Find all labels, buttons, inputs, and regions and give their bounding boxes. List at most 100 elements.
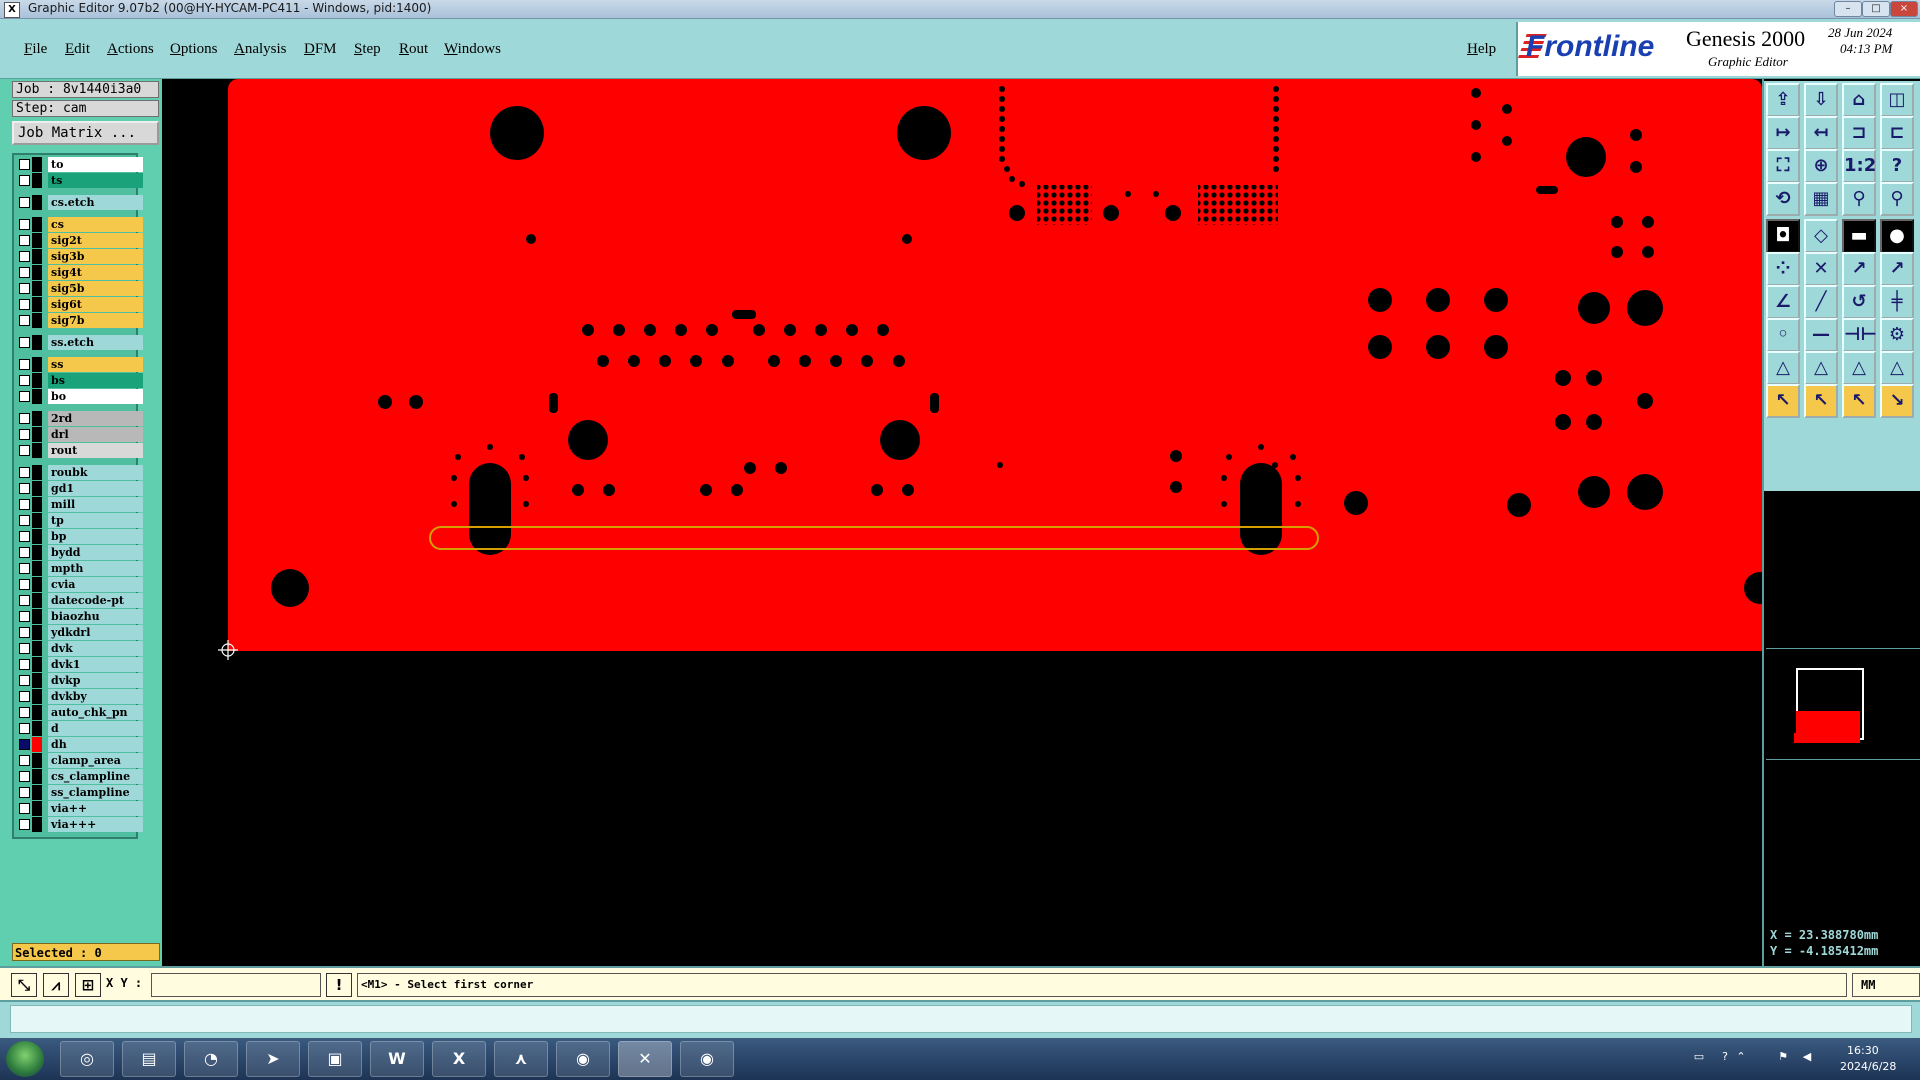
- layer-checkbox[interactable]: [19, 159, 30, 170]
- maximize-button[interactable]: □: [1862, 1, 1890, 17]
- menu-options[interactable]: Options: [170, 41, 218, 58]
- layer-row[interactable]: to: [14, 157, 143, 173]
- zoom-fit-icon[interactable]: ⛶: [1766, 149, 1800, 183]
- layer-name[interactable]: drl: [48, 427, 143, 442]
- layer-checkbox[interactable]: [19, 283, 30, 294]
- layer-row[interactable]: via+++: [14, 817, 143, 833]
- excel-icon[interactable]: X: [432, 1041, 486, 1077]
- menu-step[interactable]: Step: [354, 41, 381, 58]
- split-line-icon[interactable]: ╪: [1880, 285, 1914, 319]
- menu-actions[interactable]: Actions: [107, 41, 154, 58]
- dot-icon[interactable]: ●: [1880, 219, 1914, 253]
- layer-checkbox[interactable]: [19, 175, 30, 186]
- notepad-icon[interactable]: ▤: [122, 1041, 176, 1077]
- layer-name[interactable]: dvkp: [48, 673, 143, 688]
- layer-name[interactable]: sig6t: [48, 297, 143, 312]
- snap-button[interactable]: ⤡: [11, 973, 37, 997]
- layer-name[interactable]: dvk: [48, 641, 143, 656]
- layer-checkbox[interactable]: [19, 337, 30, 348]
- layer-row[interactable]: drl: [14, 427, 143, 443]
- layer-row[interactable]: via++: [14, 801, 143, 817]
- layer-row[interactable]: dh: [14, 737, 143, 753]
- help-icon[interactable]: ?: [1880, 149, 1914, 183]
- select-move-icon[interactable]: ↘: [1880, 384, 1914, 418]
- pad-icon[interactable]: ◘: [1766, 219, 1800, 253]
- net-icon[interactable]: ⁘: [1766, 252, 1800, 286]
- layer-name[interactable]: bp: [48, 529, 143, 544]
- layer-checkbox[interactable]: [19, 359, 30, 370]
- genesis-eye-icon-2[interactable]: ◉: [680, 1041, 734, 1077]
- minimize-button[interactable]: –: [1834, 1, 1862, 17]
- layer-row[interactable]: sig7b: [14, 313, 143, 329]
- layer-name[interactable]: via++: [48, 801, 143, 816]
- layer-row[interactable]: sig4t: [14, 265, 143, 281]
- layer-row[interactable]: mpth: [14, 561, 143, 577]
- tray-help-icon[interactable]: ?: [1718, 1050, 1732, 1064]
- layer-checkbox[interactable]: [19, 375, 30, 386]
- layer-checkbox[interactable]: [19, 707, 30, 718]
- layer-name[interactable]: cs: [48, 217, 143, 232]
- save-disk-icon[interactable]: ▣: [308, 1041, 362, 1077]
- layer-name[interactable]: ts: [48, 173, 143, 188]
- layer-row[interactable]: cs.etch: [14, 195, 143, 211]
- layer-row[interactable]: ss_clampline: [14, 785, 143, 801]
- layer-checkbox[interactable]: [19, 659, 30, 670]
- layer-checkbox[interactable]: [19, 611, 30, 622]
- layer-name[interactable]: ss: [48, 357, 143, 372]
- arc-icon[interactable]: ↺: [1842, 285, 1876, 319]
- layer-name[interactable]: mpth: [48, 561, 143, 576]
- tray-arrow-icon[interactable]: ⌃: [1734, 1050, 1748, 1064]
- shape-icon[interactable]: ◇: [1804, 219, 1838, 253]
- layer-name[interactable]: to: [48, 157, 143, 172]
- layer-row[interactable]: cs_clampline: [14, 769, 143, 785]
- layer-name[interactable]: clamp_area: [48, 753, 143, 768]
- menu-help[interactable]: Help: [1467, 41, 1496, 58]
- info-button[interactable]: !: [326, 973, 352, 997]
- angle-icon[interactable]: ∠: [1766, 285, 1800, 319]
- shell-icon[interactable]: ◎: [60, 1041, 114, 1077]
- job-matrix-button[interactable]: Job Matrix ...: [12, 121, 159, 145]
- layer-name[interactable]: mill: [48, 497, 143, 512]
- layer-checkbox[interactable]: [19, 787, 30, 798]
- layer-name[interactable]: bydd: [48, 545, 143, 560]
- graphic-editor-icon[interactable]: ✕: [618, 1041, 672, 1077]
- line-draw-icon[interactable]: ╱: [1804, 285, 1838, 319]
- layer-name[interactable]: ss.etch: [48, 335, 143, 350]
- polygon4-icon[interactable]: △: [1880, 351, 1914, 385]
- hline-icon[interactable]: —: [1804, 318, 1838, 352]
- layer-checkbox[interactable]: [19, 267, 30, 278]
- polygon3-icon[interactable]: △: [1842, 351, 1876, 385]
- group-icon[interactable]: ⚙: [1880, 318, 1914, 352]
- layer-name[interactable]: bo: [48, 389, 143, 404]
- layer-row[interactable]: sig6t: [14, 297, 143, 313]
- copy-icon[interactable]: ↗: [1880, 252, 1914, 286]
- layer-checkbox[interactable]: [19, 803, 30, 814]
- layer-row[interactable]: 2rd: [14, 411, 143, 427]
- delete-icon[interactable]: ✕: [1804, 252, 1838, 286]
- layer-row[interactable]: clamp_area: [14, 753, 143, 769]
- layer-row[interactable]: cs: [14, 217, 143, 233]
- layer-name[interactable]: biaozhu: [48, 609, 143, 624]
- measure-button[interactable]: ⩘: [43, 973, 69, 997]
- layer-row[interactable]: ss.etch: [14, 335, 143, 351]
- snap-icon[interactable]: ⚲: [1880, 182, 1914, 216]
- close-button[interactable]: ×: [1890, 1, 1918, 17]
- line-icon[interactable]: ▬: [1842, 219, 1876, 253]
- select-net-icon[interactable]: ↖: [1804, 384, 1838, 418]
- pan-left-icon[interactable]: ↦: [1766, 116, 1800, 150]
- zoom-center-icon[interactable]: ⊕: [1804, 149, 1838, 183]
- layer-checkbox[interactable]: [19, 595, 30, 606]
- layer-name[interactable]: sig3b: [48, 249, 143, 264]
- layer-name[interactable]: sig7b: [48, 313, 143, 328]
- layer-checkbox[interactable]: [19, 235, 30, 246]
- layer-row[interactable]: biaozhu: [14, 609, 143, 625]
- layer-row[interactable]: dvk1: [14, 657, 143, 673]
- select-area-icon[interactable]: ↖: [1842, 384, 1876, 418]
- layer-checkbox[interactable]: [19, 483, 30, 494]
- app-red-icon[interactable]: ◔: [184, 1041, 238, 1077]
- layer-row[interactable]: mill: [14, 497, 143, 513]
- layer-checkbox[interactable]: [19, 723, 30, 734]
- layer-row[interactable]: bydd: [14, 545, 143, 561]
- measure-icon[interactable]: ⚲: [1842, 182, 1876, 216]
- layer-checkbox[interactable]: [19, 579, 30, 590]
